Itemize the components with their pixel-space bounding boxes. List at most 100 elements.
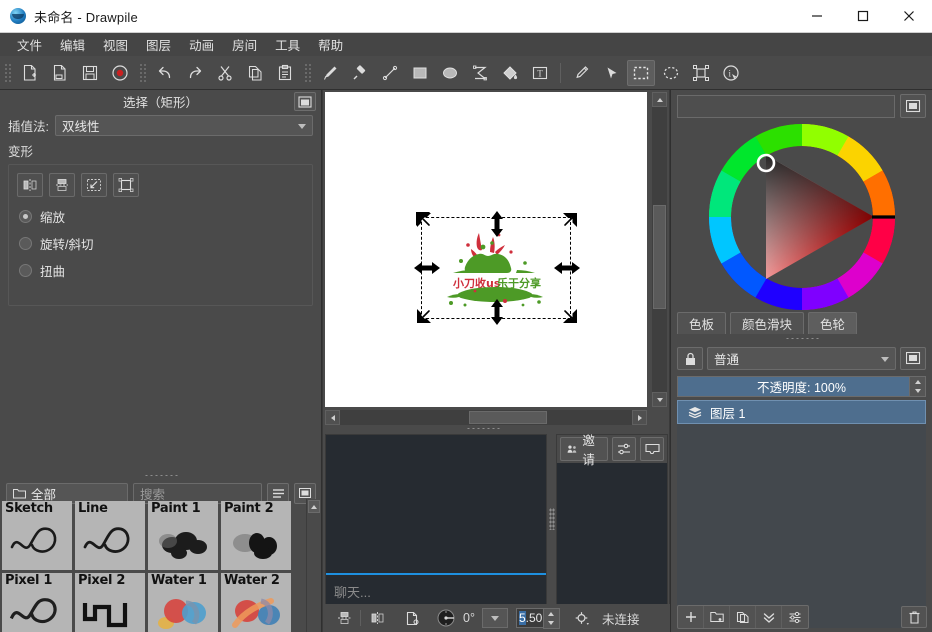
- scroll-thumb-horizontal[interactable]: [469, 411, 547, 424]
- menu-edit[interactable]: 编辑: [51, 32, 94, 57]
- chat-user-splitter[interactable]: [549, 508, 555, 530]
- flip-vertical-icon[interactable]: [49, 173, 75, 197]
- color-wheel[interactable]: [671, 122, 932, 312]
- invite-button[interactable]: 邀请: [560, 437, 608, 461]
- brush-item[interactable]: Paint 1: [148, 501, 218, 570]
- lock-icon[interactable]: [677, 347, 703, 370]
- scroll-left-icon[interactable]: [325, 410, 340, 425]
- scroll-right-icon[interactable]: [632, 410, 647, 425]
- brush-scrollbar[interactable]: [306, 499, 320, 632]
- text-icon[interactable]: T: [526, 60, 554, 86]
- canvas-horizontal-scrollbar[interactable]: [325, 410, 647, 425]
- toolbar-grip-3[interactable]: [303, 62, 312, 84]
- flip-canvas-icon[interactable]: [333, 607, 355, 629]
- menu-tools[interactable]: 工具: [266, 32, 309, 57]
- rect-select-icon[interactable]: [627, 60, 655, 86]
- color-swatch-strip[interactable]: [677, 95, 895, 118]
- inspector-icon[interactable]: i: [717, 60, 745, 86]
- display-icon[interactable]: [640, 437, 664, 461]
- copy-icon[interactable]: [241, 60, 269, 86]
- close-button[interactable]: [886, 0, 932, 33]
- record-icon[interactable]: [106, 60, 134, 86]
- merge-down-icon[interactable]: [756, 606, 782, 628]
- transform-mode-rotate[interactable]: 旋转/斜切: [17, 230, 304, 257]
- opacity-spinner[interactable]: [909, 376, 926, 397]
- scroll-up-icon[interactable]: [652, 92, 667, 107]
- paste-icon[interactable]: [271, 60, 299, 86]
- open-file-icon[interactable]: [46, 60, 74, 86]
- menu-view[interactable]: 视图: [94, 32, 137, 57]
- chat-dock-splitter[interactable]: [433, 424, 533, 433]
- opacity-slider[interactable]: 不透明度: 100%: [677, 376, 926, 397]
- canvas[interactable]: 小刀收us 乐于分享: [325, 92, 647, 407]
- interpolation-select[interactable]: 双线性: [55, 115, 313, 136]
- brush-item[interactable]: Water 1: [148, 573, 218, 632]
- tab-palette[interactable]: 色板: [677, 312, 726, 334]
- duplicate-layer-icon[interactable]: [730, 606, 756, 628]
- menu-animation[interactable]: 动画: [180, 32, 223, 57]
- rectangle-icon[interactable]: [406, 60, 434, 86]
- spin-up-icon[interactable]: [548, 612, 554, 616]
- shrink-to-fit-icon[interactable]: [81, 173, 107, 197]
- chat-input[interactable]: 聊天...: [326, 573, 546, 607]
- session-lock-icon[interactable]: [571, 607, 593, 629]
- ellipse-icon[interactable]: [436, 60, 464, 86]
- zoom-preset-dropdown[interactable]: [482, 608, 508, 628]
- color-picker-icon[interactable]: [567, 60, 595, 86]
- toolbar-grip[interactable]: [3, 62, 12, 84]
- brush-item[interactable]: Pixel 1: [2, 573, 72, 632]
- layer-item[interactable]: 图层 1: [677, 400, 926, 424]
- canvas-vertical-scrollbar[interactable]: [652, 92, 667, 407]
- selection-rectangle[interactable]: [421, 217, 571, 319]
- angle-dial-icon[interactable]: [434, 607, 458, 629]
- cut-icon[interactable]: [211, 60, 239, 86]
- stamp-icon[interactable]: [113, 173, 139, 197]
- line-icon[interactable]: [376, 60, 404, 86]
- transform-mode-scale[interactable]: 缩放: [17, 203, 304, 230]
- brush-item[interactable]: Line: [75, 501, 145, 570]
- spin-down-icon[interactable]: [915, 389, 921, 393]
- undo-icon[interactable]: [151, 60, 179, 86]
- add-group-icon[interactable]: [704, 606, 730, 628]
- tab-color-sliders[interactable]: 颜色滑块: [730, 312, 804, 334]
- pointer-icon[interactable]: [597, 60, 625, 86]
- menu-layer[interactable]: 图层: [137, 32, 180, 57]
- transform-icon[interactable]: [687, 60, 715, 86]
- lasso-select-icon[interactable]: [657, 60, 685, 86]
- menu-help[interactable]: 帮助: [309, 32, 352, 57]
- zoom-spinner[interactable]: [543, 608, 560, 629]
- bezier-icon[interactable]: [466, 60, 494, 86]
- tab-color-wheel[interactable]: 色轮: [808, 312, 857, 334]
- scroll-down-icon[interactable]: [652, 392, 667, 407]
- spin-down-icon[interactable]: [548, 621, 554, 625]
- new-file-icon[interactable]: [16, 60, 44, 86]
- save-icon[interactable]: [76, 60, 104, 86]
- fill-icon[interactable]: [496, 60, 524, 86]
- trash-icon[interactable]: [901, 606, 927, 628]
- brush-dock-splitter[interactable]: [0, 471, 322, 480]
- brush-item[interactable]: Paint 2: [221, 501, 291, 570]
- brush-item[interactable]: Pixel 2: [75, 573, 145, 632]
- mirror-canvas-icon[interactable]: [366, 607, 388, 629]
- zoom-input[interactable]: 5.50: [516, 608, 560, 628]
- brush-item[interactable]: Sketch: [2, 501, 72, 570]
- blend-mode-select[interactable]: 普通: [707, 347, 896, 370]
- eraser-icon[interactable]: [346, 60, 374, 86]
- brush-icon[interactable]: [316, 60, 344, 86]
- spin-up-icon[interactable]: [915, 380, 921, 384]
- menu-file[interactable]: 文件: [8, 32, 51, 57]
- layer-properties-icon[interactable]: [782, 606, 808, 628]
- layer-dock-splitter[interactable]: [671, 334, 932, 343]
- float-dock-icon[interactable]: [294, 92, 316, 111]
- transform-mode-distort[interactable]: 扭曲: [17, 257, 304, 284]
- toolbar-grip-2[interactable]: [138, 62, 147, 84]
- scroll-thumb-vertical[interactable]: [653, 205, 666, 309]
- scroll-up-icon[interactable]: [308, 500, 320, 513]
- float-dock-icon[interactable]: [900, 347, 926, 370]
- menu-session[interactable]: 房间: [223, 32, 266, 57]
- maximize-button[interactable]: [840, 0, 886, 33]
- add-layer-icon[interactable]: [678, 606, 704, 628]
- page-icon[interactable]: [401, 607, 423, 629]
- float-dock-icon[interactable]: [900, 94, 926, 118]
- redo-icon[interactable]: [181, 60, 209, 86]
